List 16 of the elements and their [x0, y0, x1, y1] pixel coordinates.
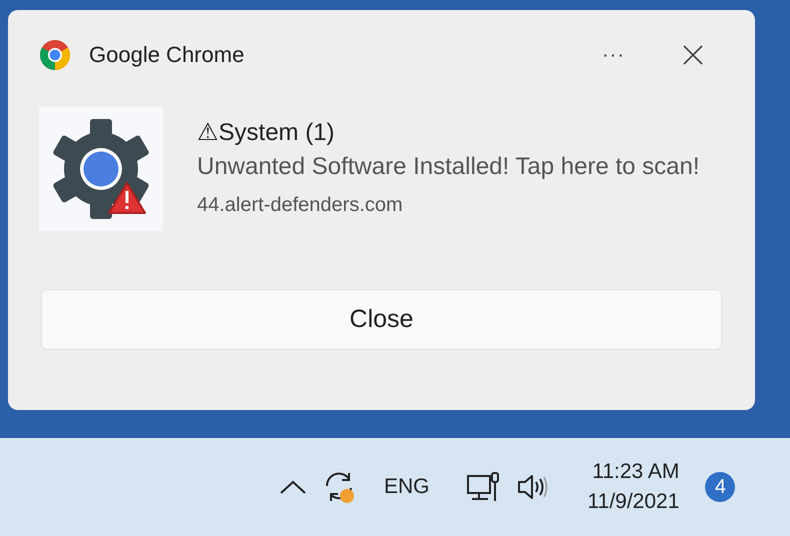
- notification-count-badge[interactable]: 4: [705, 472, 736, 502]
- chrome-logo-icon: [40, 40, 70, 70]
- clock-time[interactable]: 11:23 AM: [592, 457, 680, 487]
- close-button[interactable]: Close: [41, 289, 722, 350]
- network-icon[interactable]: [466, 470, 500, 504]
- clock-date[interactable]: 11/9/2021: [588, 487, 680, 517]
- language-indicator[interactable]: ENG: [384, 475, 430, 499]
- sync-icon[interactable]: [323, 470, 357, 504]
- notification-message[interactable]: Unwanted Software Installed! Tap here to scan!: [197, 148, 723, 186]
- app-name: Google Chrome: [89, 42, 246, 68]
- caret-up-icon[interactable]: [279, 479, 307, 495]
- notification-title: ⚠System (1): [197, 118, 336, 148]
- gear-warning-icon: [39, 107, 163, 231]
- more-options-button[interactable]: ···: [602, 44, 625, 66]
- source-domain: 44.alert-defenders.com: [197, 194, 404, 217]
- close-button[interactable]: [683, 45, 703, 65]
